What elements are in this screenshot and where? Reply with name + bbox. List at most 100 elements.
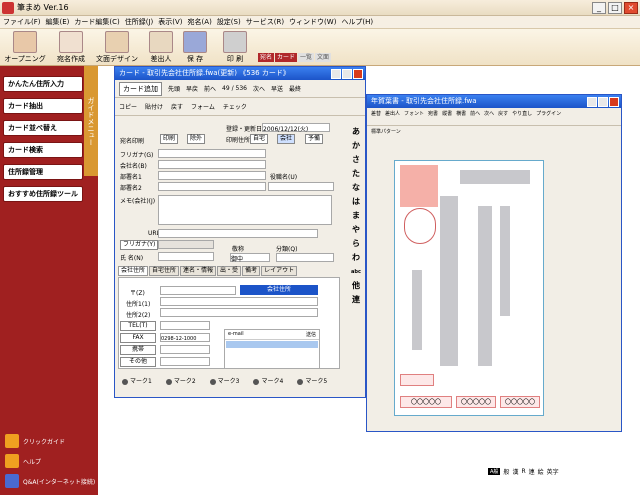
- nav-last[interactable]: 最終: [289, 84, 301, 93]
- mark-3[interactable]: マーク3: [209, 376, 239, 385]
- tab-company-address[interactable]: 会社住所: [118, 266, 149, 276]
- url-field[interactable]: [158, 229, 318, 238]
- index-a[interactable]: あ: [350, 125, 362, 139]
- pc-horizontal-button[interactable]: 横書: [456, 110, 466, 123]
- status-ren[interactable]: 連: [529, 467, 535, 476]
- add-card-button[interactable]: カード追加: [119, 81, 162, 96]
- check-button[interactable]: チェック: [223, 102, 247, 111]
- tab-home-address[interactable]: 自宅住所: [149, 266, 180, 276]
- status-han[interactable]: 般: [503, 467, 509, 476]
- opening-button[interactable]: オープニング: [2, 30, 48, 65]
- mode-atena[interactable]: 宛名: [258, 53, 275, 62]
- index-ya[interactable]: や: [350, 223, 362, 237]
- pc-undo-button[interactable]: 戻す: [498, 110, 508, 123]
- menu-edit[interactable]: 編集(E): [46, 17, 70, 27]
- maximize-button[interactable]: □: [608, 1, 622, 14]
- mobile-button[interactable]: 携帯: [120, 345, 156, 355]
- reg-date-field[interactable]: 2006/12/12(火): [262, 123, 330, 133]
- menu-atena[interactable]: 宛名(A): [188, 17, 212, 27]
- pc-swap-button[interactable]: 差替: [371, 110, 381, 123]
- name-field[interactable]: [158, 252, 214, 261]
- menu-file[interactable]: ファイル(F): [3, 17, 41, 27]
- sidebar-item-tools[interactable]: おすすめ住所録ツール: [3, 186, 83, 202]
- status-e[interactable]: 絵: [538, 467, 544, 476]
- print-button[interactable]: 印 刷: [212, 30, 258, 65]
- sidebar-item-search[interactable]: カード検索: [3, 142, 83, 158]
- index-ha[interactable]: は: [350, 195, 362, 209]
- addr-spare-radio[interactable]: 予備: [305, 134, 324, 144]
- mobile-field[interactable]: [160, 345, 210, 354]
- copy-button[interactable]: コピー: [119, 102, 137, 111]
- nav-first[interactable]: 先頭: [168, 84, 180, 93]
- card-close[interactable]: [353, 68, 363, 79]
- other-button[interactable]: その他: [120, 357, 156, 367]
- qa-link[interactable]: Q&A(インターネット接続): [5, 474, 95, 488]
- index-ra[interactable]: ら: [350, 237, 362, 251]
- tel-field[interactable]: [160, 321, 210, 330]
- ime-indicator[interactable]: A般: [488, 467, 501, 475]
- pc-redo-button[interactable]: やり直し: [512, 110, 532, 123]
- menu-window[interactable]: ウィンドウ(W): [289, 17, 336, 27]
- tab-layout[interactable]: レイアウト: [261, 266, 298, 276]
- atena-create-button[interactable]: 宛名作成: [48, 30, 94, 65]
- index-na[interactable]: な: [350, 181, 362, 195]
- minimize-button[interactable]: _: [592, 1, 606, 14]
- mark-2[interactable]: マーク2: [165, 376, 196, 385]
- bunrui-select[interactable]: [276, 253, 334, 262]
- index-ren[interactable]: 連: [350, 293, 362, 307]
- fax-button[interactable]: FAX: [120, 333, 156, 343]
- mark-4[interactable]: マーク4: [253, 376, 283, 385]
- zip-field[interactable]: [160, 286, 236, 295]
- pc-vertical-button[interactable]: 縦書: [442, 110, 452, 123]
- sidebar-item-manage[interactable]: 住所録管理: [3, 164, 83, 180]
- help-link[interactable]: ヘルプ: [5, 454, 41, 468]
- keisho-select[interactable]: 御中: [230, 253, 270, 263]
- menu-service[interactable]: サービス(R): [246, 17, 284, 27]
- furigana-name-field[interactable]: [158, 240, 214, 249]
- tab-joint-names[interactable]: 連名・情報: [180, 266, 217, 276]
- title-field[interactable]: [268, 182, 334, 191]
- pc-plugin-button[interactable]: プラグイン: [536, 110, 561, 123]
- addr2-field[interactable]: [160, 308, 318, 317]
- company-field[interactable]: [158, 160, 266, 169]
- status-eiji[interactable]: 英字: [547, 467, 559, 476]
- email-list[interactable]: e-mail 送信: [224, 329, 320, 369]
- tab-send-receive[interactable]: 出・受: [217, 266, 242, 276]
- status-kan[interactable]: 漢: [512, 467, 518, 476]
- exclude-toggle[interactable]: 除外: [187, 134, 206, 144]
- mark-1[interactable]: マーク1: [122, 376, 152, 385]
- dept2-field[interactable]: [158, 182, 266, 191]
- index-wa[interactable]: わ: [350, 251, 362, 265]
- undo-button[interactable]: 戻す: [171, 102, 183, 111]
- addr1-field[interactable]: [160, 297, 318, 306]
- menu-addressbook[interactable]: 住所録(J): [125, 17, 154, 27]
- sidebar-item-easy-input[interactable]: かんたん住所入力: [3, 76, 83, 92]
- pc-font-button[interactable]: フォント: [404, 110, 424, 123]
- index-ta[interactable]: た: [350, 167, 362, 181]
- tel-button[interactable]: TEL(T): [120, 321, 156, 331]
- addr-home-radio[interactable]: 自宅: [250, 134, 269, 144]
- nav-fast-forward[interactable]: 早送: [271, 84, 283, 93]
- nav-prev[interactable]: 前へ: [204, 84, 216, 93]
- other-field[interactable]: [160, 357, 210, 366]
- paste-button[interactable]: 貼付け: [145, 102, 163, 111]
- nav-fast-back[interactable]: 早戻: [186, 84, 198, 93]
- mode-list[interactable]: 一覧: [298, 53, 315, 62]
- pc-next-button[interactable]: 次へ: [484, 110, 494, 123]
- fax-field[interactable]: 0298-12-1000: [160, 333, 210, 342]
- print-toggle[interactable]: 印刷: [160, 134, 179, 144]
- mode-card[interactable]: カード: [275, 53, 298, 62]
- pattern-select[interactable]: 標準パターン: [367, 126, 621, 138]
- card-maximize[interactable]: [342, 68, 352, 79]
- index-abc[interactable]: abc: [350, 265, 362, 279]
- menu-settings[interactable]: 設定(S): [217, 17, 241, 27]
- memo-field[interactable]: [158, 195, 332, 225]
- mode-design[interactable]: 文面: [315, 53, 332, 62]
- nav-next[interactable]: 次へ: [253, 84, 265, 93]
- index-ma[interactable]: ま: [350, 209, 362, 223]
- postcard-maximize[interactable]: [598, 96, 608, 107]
- click-guide-link[interactable]: クリックガイド: [5, 434, 65, 448]
- pc-prev-button[interactable]: 前へ: [470, 110, 480, 123]
- status-r[interactable]: R: [521, 468, 525, 475]
- menu-view[interactable]: 表示(V): [158, 17, 182, 27]
